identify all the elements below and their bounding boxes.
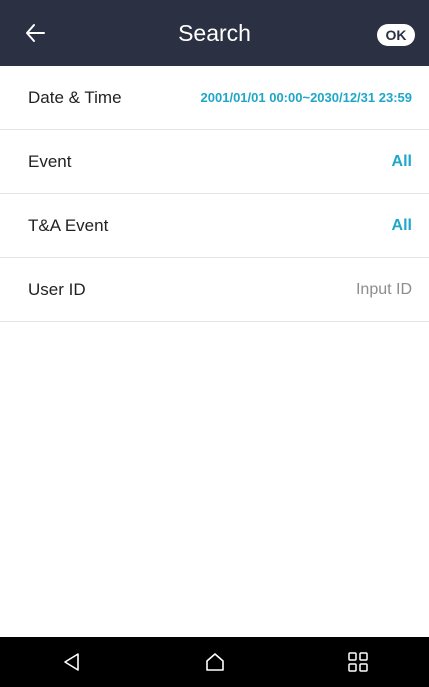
date-time-label: Date & Time	[28, 87, 122, 107]
nav-back-button[interactable]	[47, 637, 97, 687]
triangle-back-icon	[63, 653, 79, 671]
ta-event-label: T&A Event	[28, 215, 109, 235]
nav-home-button[interactable]	[190, 637, 240, 687]
home-icon	[205, 653, 224, 671]
user-id-input[interactable]: Input ID	[356, 281, 412, 299]
user-id-label: User ID	[28, 279, 86, 299]
event-row[interactable]: Event All	[0, 130, 429, 194]
nav-apps-button[interactable]	[333, 637, 383, 687]
date-time-value[interactable]: 2001/01/01 00:00~2030/12/31 23:59	[201, 90, 412, 105]
event-label: Event	[28, 151, 72, 171]
ta-event-value[interactable]: All	[392, 217, 412, 235]
ok-button[interactable]: OK	[377, 24, 415, 46]
system-navigation-bar	[0, 637, 429, 687]
grid-icon	[347, 652, 368, 672]
date-time-row[interactable]: Date & Time 2001/01/01 00:00~2030/12/31 …	[0, 66, 429, 130]
event-value[interactable]: All	[392, 153, 412, 171]
page-title: Search	[178, 19, 251, 46]
ta-event-row[interactable]: T&A Event All	[0, 194, 429, 258]
search-filter-list: Date & Time 2001/01/01 00:00~2030/12/31 …	[0, 66, 429, 322]
user-id-row[interactable]: User ID Input ID	[0, 258, 429, 322]
header-bar: Search OK	[0, 0, 429, 66]
